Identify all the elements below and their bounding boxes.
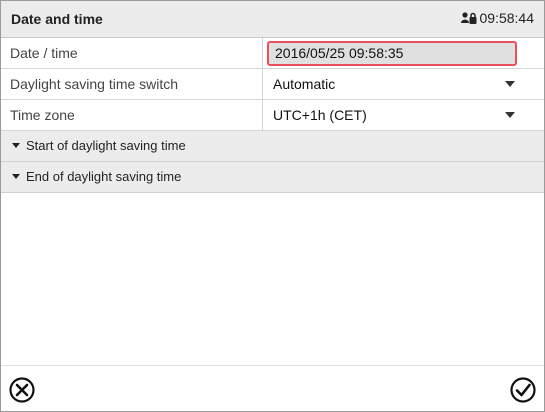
date-time-label: Date / time: [10, 45, 78, 61]
caret-down-icon: [12, 174, 20, 179]
date-time-screen: Date and time 09:58:44 Date / time 2016/…: [0, 0, 545, 412]
time-zone-label: Time zone: [10, 107, 75, 123]
section-start-dst-label: Start of daylight saving time: [26, 138, 186, 153]
row-divider: [262, 69, 263, 99]
section-start-dst[interactable]: Start of daylight saving time: [1, 131, 544, 162]
row-divider: [262, 38, 263, 68]
clock-time: 09:58:44: [479, 10, 535, 26]
page-title: Date and time: [11, 11, 103, 27]
title-bar: Date and time 09:58:44: [1, 1, 544, 38]
chevron-down-icon[interactable]: [505, 112, 515, 118]
section-end-dst[interactable]: End of daylight saving time: [1, 162, 544, 193]
dst-switch-row: Daylight saving time switch Automatic: [1, 69, 544, 100]
date-time-input[interactable]: 2016/05/25 09:58:35: [267, 41, 517, 66]
caret-down-icon: [12, 143, 20, 148]
confirm-check-icon[interactable]: [508, 375, 538, 405]
time-zone-row: Time zone UTC+1h (CET): [1, 100, 544, 131]
user-lock-icon: [460, 11, 477, 25]
chevron-down-icon[interactable]: [505, 81, 515, 87]
cancel-circle-icon[interactable]: [7, 375, 37, 405]
time-zone-select[interactable]: UTC+1h (CET): [273, 107, 367, 123]
row-divider: [262, 100, 263, 130]
section-end-dst-label: End of daylight saving time: [26, 169, 182, 184]
status-area: 09:58:44: [460, 10, 535, 26]
dst-switch-select[interactable]: Automatic: [273, 76, 335, 92]
date-time-value: 2016/05/25 09:58:35: [275, 45, 404, 61]
date-time-row: Date / time 2016/05/25 09:58:35: [1, 38, 544, 69]
footer-divider: [1, 365, 544, 366]
dst-switch-label: Daylight saving time switch: [10, 76, 179, 92]
